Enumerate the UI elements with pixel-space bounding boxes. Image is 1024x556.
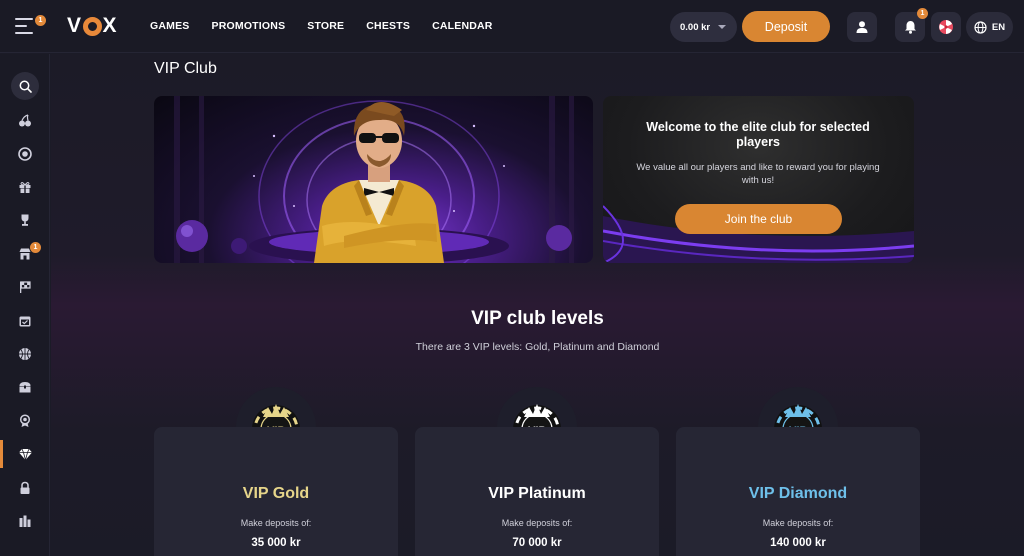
vox-logo[interactable]: VX	[67, 14, 117, 38]
sidebar-item-store[interactable]: 1	[0, 240, 50, 268]
sidebar-item-search[interactable]	[0, 72, 50, 100]
nav-games[interactable]: GAMES	[150, 20, 190, 32]
welcome-text: We value all our players and like to rew…	[636, 162, 880, 186]
balance-dropdown[interactable]: 0.00 kr	[670, 12, 737, 42]
sidebar-item-calendar[interactable]	[0, 307, 50, 335]
sidebar-item-achievements[interactable]	[0, 407, 50, 435]
sidebar-item-chests[interactable]	[0, 373, 50, 401]
vip-platinum-name: VIP Platinum	[488, 485, 586, 502]
award-icon	[19, 414, 31, 427]
levels-subtitle: There are 3 VIP levels: Gold, Platinum a…	[415, 341, 660, 353]
profile-button[interactable]	[847, 12, 877, 42]
vip-platinum-label: Make deposits of:	[501, 518, 573, 528]
welcome-title: Welcome to the elite club for selected p…	[646, 120, 870, 149]
balance-value: 0.00 kr	[680, 21, 711, 33]
search-button[interactable]	[11, 72, 39, 100]
menu-line	[15, 18, 33, 20]
user-icon	[856, 21, 868, 33]
bell-icon	[904, 21, 916, 34]
chest-icon	[19, 382, 31, 393]
notifications-badge: 1	[917, 8, 928, 19]
vip-gold-name: VIP Gold	[242, 485, 310, 502]
join-club-button[interactable]: Join the club	[675, 204, 842, 234]
wheel-button[interactable]	[931, 12, 961, 42]
globe-icon	[974, 20, 987, 34]
sidebar-item-races[interactable]	[0, 273, 50, 301]
logo-o-icon	[82, 16, 102, 36]
sidebar-item-leaderboard[interactable]	[0, 507, 50, 535]
logo-letter-x: X	[102, 14, 118, 37]
trophy-icon	[21, 214, 29, 226]
nav-store[interactable]: STORE	[307, 20, 344, 32]
menu-line	[15, 25, 27, 27]
notifications-button[interactable]: 1	[895, 8, 928, 42]
language-selector[interactable]: EN	[966, 12, 1013, 42]
nav-promotions[interactable]: PROMOTIONS	[212, 20, 286, 32]
poker-chip-icon	[18, 147, 32, 161]
race-flag-icon	[20, 281, 31, 293]
vip-diamond-label: Make deposits of:	[762, 518, 834, 528]
sidebar-item-vip[interactable]	[0, 440, 50, 468]
diamond-icon	[18, 448, 32, 460]
vip-gold-amount: 35 000 kr	[251, 537, 301, 549]
main-content: VIP Club Welcome to the elite club for s…	[51, 54, 1024, 556]
sidebar-item-sports[interactable]	[0, 340, 50, 368]
calendar-icon	[19, 316, 31, 327]
vip-gold-label: Make deposits of:	[240, 518, 312, 528]
bar-chart-icon	[19, 515, 31, 527]
vip-gold-card: VIP Gold Make deposits of: 35 000 kr	[154, 427, 398, 556]
sidebar: 1	[0, 54, 50, 556]
main-nav: GAMES PROMOTIONS STORE CHESTS CALENDAR	[150, 20, 493, 32]
nav-calendar[interactable]: CALENDAR	[432, 20, 493, 32]
sidebar-item-tournaments[interactable]	[0, 206, 50, 234]
chevron-down-icon	[718, 25, 727, 29]
vip-platinum-amount: 70 000 kr	[512, 537, 562, 549]
deposit-button[interactable]: Deposit	[742, 11, 830, 42]
store-badge: 1	[30, 242, 41, 253]
menu-line	[15, 32, 33, 34]
vip-hero-banner	[154, 96, 593, 263]
fortune-wheel-icon	[939, 20, 953, 34]
sidebar-item-live[interactable]	[0, 140, 50, 168]
nav-chests[interactable]: CHESTS	[366, 20, 410, 32]
search-icon	[19, 80, 32, 93]
basketball-icon	[19, 348, 31, 360]
sidebar-item-security[interactable]	[0, 474, 50, 502]
levels-title: VIP club levels	[471, 308, 604, 329]
gift-icon	[19, 182, 31, 193]
top-bar: 1 VX GAMES PROMOTIONS STORE CHESTS CALEN…	[0, 0, 1024, 53]
language-label: EN	[991, 21, 1006, 33]
vip-platinum-card: VIP Platinum Make deposits of: 70 000 kr	[415, 427, 659, 556]
menu-button[interactable]: 1	[10, 12, 46, 40]
vip-character-illustration	[174, 96, 574, 263]
vip-diamond-name: VIP Diamond	[748, 485, 848, 502]
sidebar-item-gifts[interactable]	[0, 173, 50, 201]
welcome-card: Welcome to the elite club for selected p…	[603, 96, 914, 263]
lock-icon	[20, 481, 30, 494]
fruit-icon	[19, 114, 31, 127]
logo-letter-v: V	[67, 14, 82, 37]
vip-diamond-amount: 140 000 kr	[770, 537, 826, 549]
vip-diamond-card: VIP Diamond Make deposits of: 140 000 kr	[676, 427, 920, 556]
sidebar-item-slots[interactable]	[0, 107, 50, 135]
page-title: VIP Club	[154, 60, 217, 77]
menu-badge: 1	[35, 15, 46, 26]
